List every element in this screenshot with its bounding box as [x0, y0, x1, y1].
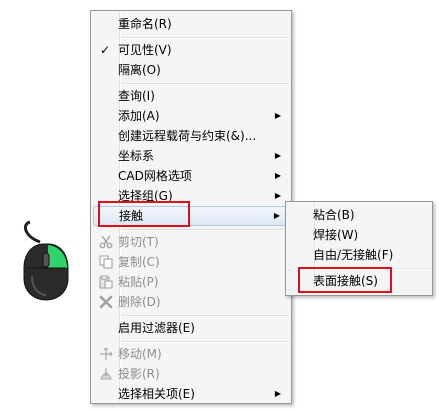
delete-x-icon [99, 295, 113, 309]
project-icon [100, 368, 112, 380]
menu-separator [121, 341, 289, 343]
highlight-box-surface-contact [298, 267, 392, 293]
copy-icon [99, 255, 113, 269]
submenu-arrow-icon: ▶ [273, 211, 280, 220]
menu-item-isolate[interactable]: 隔离(O) [93, 60, 289, 80]
paste-icon [99, 275, 113, 289]
submenu-arrow-icon: ▶ [274, 111, 281, 120]
move-icon [100, 347, 113, 360]
submenu-arrow-icon: ▶ [274, 171, 281, 180]
menu-item-delete[interactable]: 删除(D) [93, 292, 289, 312]
menu-item-project[interactable]: 投影(R) [93, 364, 289, 384]
menu-item-enable-filter[interactable]: 启用过滤器(E) [93, 318, 289, 338]
submenu-arrow-icon: ▶ [274, 191, 281, 200]
menu-separator [121, 37, 289, 39]
menu-item-create-remote-load[interactable]: 创建远程载荷与约束(&)... [93, 126, 289, 146]
mouse-right-click-icon [23, 220, 69, 301]
menu-separator [121, 229, 289, 231]
menu-item-query[interactable]: 查询(I) [93, 86, 289, 106]
submenu-item-welded[interactable]: 焊接(W) [288, 225, 430, 245]
menu-item-rename[interactable]: 重命名(R) [93, 14, 289, 34]
menu-item-add[interactable]: 添加(A) ▶ [93, 106, 289, 126]
submenu-arrow-icon: ▶ [274, 389, 281, 398]
menu-item-select-related[interactable]: 选择相关项(E) ▶ [93, 384, 289, 404]
menu-item-visibility[interactable]: ✓ 可见性(V) [93, 40, 289, 60]
menu-item-move[interactable]: 移动(M) [93, 344, 289, 364]
menu-separator [121, 315, 289, 317]
menu-item-cad-mesh-options[interactable]: CAD网格选项 ▶ [93, 166, 289, 186]
menu-item-copy[interactable]: 复制(C) [93, 252, 289, 272]
menu-separator [121, 83, 289, 85]
menu-item-paste[interactable]: 粘贴(P) [93, 272, 289, 292]
highlight-box-contact [98, 201, 190, 227]
submenu-item-bonded[interactable]: 粘合(B) [288, 205, 430, 225]
submenu-arrow-icon: ▶ [274, 151, 281, 160]
checkmark-icon: ✓ [100, 43, 111, 57]
scissors-icon [99, 235, 113, 249]
menu-item-coordinate-system[interactable]: 坐标系 ▶ [93, 146, 289, 166]
menu-item-cut[interactable]: 剪切(T) [93, 232, 289, 252]
submenu-item-free-no-contact[interactable]: 自由/无接触(F) [288, 245, 430, 265]
